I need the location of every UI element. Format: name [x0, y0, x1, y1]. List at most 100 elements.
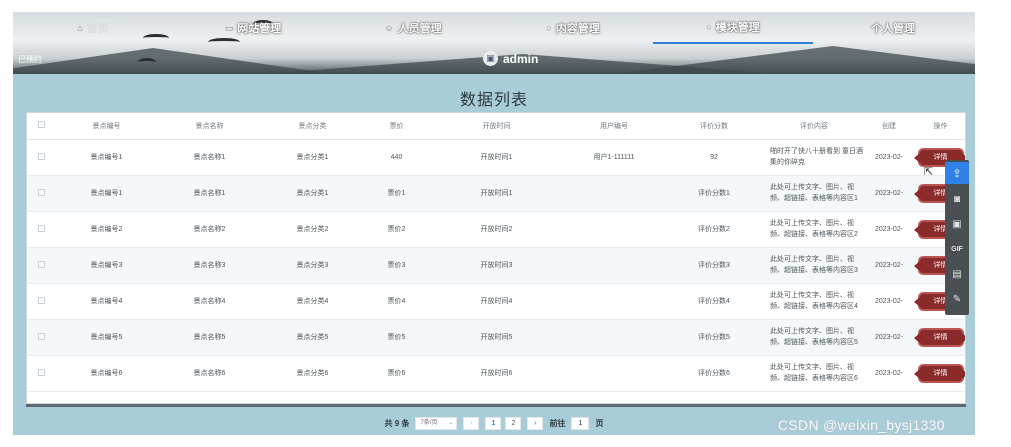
chevron-left-icon: ‹ — [470, 420, 473, 427]
row-select-cell — [27, 319, 55, 356]
row-checkbox[interactable] — [37, 296, 45, 304]
circle-icon: ○ — [706, 22, 712, 32]
share-icon[interactable]: ⇪ — [945, 162, 969, 184]
detail-button[interactable]: 详情 — [913, 329, 965, 345]
table-cell: 票价5 — [364, 319, 429, 356]
next-page-button[interactable]: › — [527, 417, 544, 430]
table-cell: 景点名称4 — [158, 283, 261, 320]
username: admin — [503, 51, 539, 66]
table-cell: 景点编号1 — [55, 175, 158, 212]
table-cell: 此处可上传文字、图片、视频、超链接、表格等内容区1 — [764, 175, 864, 212]
row-checkbox[interactable] — [37, 188, 45, 196]
table-cell: 开放时间1 — [429, 139, 564, 176]
back-label[interactable]: 已预约 — [18, 54, 42, 65]
goto-page-input[interactable]: 1 — [571, 417, 590, 430]
data-table: 景点编号 景点名称 景点分类 票价 开放时间 用户编号 评价分数 评价内容 创建 操作 景点编号1… — [26, 112, 966, 404]
row-checkbox[interactable] — [37, 332, 45, 340]
table-cell: 景点名称1 — [158, 175, 261, 212]
table-cell — [564, 247, 664, 284]
nav-item-1[interactable]: ▭ 网站管理 — [173, 12, 333, 44]
chevron-down-icon: ⌄ — [448, 420, 454, 426]
gif-button[interactable]: GIF — [945, 237, 969, 262]
nav-item-2[interactable]: ☺ 人员管理 — [333, 12, 493, 44]
row-select-cell — [27, 355, 55, 392]
table-cell: 此处可上传文字、图片、视频、超链接、表格等内容区6 — [764, 355, 864, 392]
table-cell: 2023-02- — [864, 247, 914, 284]
action-cell: 详情 — [913, 355, 965, 392]
row-select-cell — [27, 247, 55, 284]
table-cell: 票价4 — [364, 283, 429, 320]
table-cell: 景点编号1 — [55, 139, 158, 176]
detail-button[interactable]: 详情 — [913, 365, 965, 381]
column-header: 景点编号 — [55, 113, 158, 140]
circle-icon: ○ — [546, 23, 552, 33]
horizontal-scrollbar[interactable] — [26, 404, 966, 407]
table-cell: 开放时间5 — [429, 319, 564, 356]
app-frame: ⌂ 首页 ▭ 网站管理 ☺ 人员管理 ○ 内容管理 ○ 模块管理 个人管理 已预约 ▣ admin … — [13, 12, 975, 435]
page-size-value: 7条/页 — [420, 420, 438, 426]
avatar-icon: ▣ — [483, 51, 498, 66]
row-select-cell — [27, 139, 55, 176]
table-cell: 此处可上传文字、图片、视频、超链接、表格等内容区2 — [764, 211, 864, 248]
user-badge[interactable]: ▣ admin — [483, 51, 538, 66]
nav-item-label: 网站管理 — [237, 23, 282, 35]
table-cell: 440 — [364, 139, 429, 176]
nav-item-5[interactable]: 个人管理 — [813, 12, 973, 44]
save-icon: ▤ — [952, 269, 962, 280]
page-size-select[interactable]: 7条/页 ⌄ — [415, 417, 458, 430]
table-cell: 景点分类5 — [261, 319, 364, 356]
row-checkbox[interactable] — [37, 224, 45, 232]
mouse-cursor-icon: ⇱ — [924, 166, 934, 178]
monitor-icon: ▭ — [224, 22, 234, 33]
chevron-right-icon: › — [534, 420, 537, 427]
table-cell: 景点名称6 — [158, 355, 261, 392]
table-cell: 此处可上传文字、图片、视频、超链接、表格等内容区4 — [764, 283, 864, 320]
table-cell: 景点分类3 — [261, 247, 364, 284]
nav-item-4[interactable]: ○ 模块管理 — [653, 12, 813, 44]
select-all-checkbox[interactable] — [37, 121, 45, 129]
image-button[interactable]: ▣ — [945, 212, 969, 237]
pen-icon: ✎ — [952, 294, 962, 305]
table-cell: 票价6 — [364, 355, 429, 392]
row-select-cell — [27, 211, 55, 248]
table-cell: 景点分类1 — [261, 139, 364, 176]
nav-item-3[interactable]: ○ 内容管理 — [493, 12, 653, 44]
action-cell: 详情 — [913, 319, 965, 356]
prev-page-button[interactable]: ‹ — [463, 417, 480, 430]
table-cell: 景点分类2 — [261, 211, 364, 248]
select-all-cell — [27, 113, 55, 140]
table-cell: 2023-02- — [864, 175, 914, 212]
nav-item-0[interactable]: ⌂ 首页 — [13, 12, 173, 44]
row-select-cell — [27, 175, 55, 212]
row-checkbox[interactable] — [37, 152, 45, 160]
table-cell: 景点分类4 — [261, 283, 364, 320]
table-cell: 票价1 — [364, 175, 429, 212]
table-cell — [564, 355, 664, 392]
table-row: 景点编号4 景点名称4 景点分类4 票价4 开放时间4 评价分数4 此处可上传文字、图片、视… — [27, 283, 965, 320]
home-icon: ⌂ — [77, 23, 83, 33]
camera-button[interactable]: ◙ — [945, 187, 969, 212]
person-icon: ☺ — [384, 23, 394, 33]
page-title: 数据列表 — [459, 92, 528, 109]
table-cell: 景点编号3 — [55, 247, 158, 284]
table-cell: 票价3 — [364, 247, 429, 284]
page-number-button[interactable]: 1 — [485, 417, 502, 430]
header-banner: ⌂ 首页 ▭ 网站管理 ☺ 人员管理 ○ 内容管理 ○ 模块管理 个人管理 已预约 ▣ admin — [13, 12, 975, 74]
column-header: 票价 — [364, 113, 429, 140]
image-icon: ▣ — [952, 219, 962, 230]
row-checkbox[interactable] — [37, 368, 45, 376]
column-header: 评价内容 — [764, 113, 864, 140]
nav-item-label: 人员管理 — [397, 23, 442, 35]
table-cell: 景点编号6 — [55, 355, 158, 392]
column-header: 景点分类 — [261, 113, 364, 140]
table-cell: 景点名称2 — [158, 211, 261, 248]
page-number-button[interactable]: 2 — [505, 417, 522, 430]
table-cell: 开放时间4 — [429, 283, 564, 320]
table-cell: 啪时开了快八十册看到 童日酒集的你碎克 — [764, 139, 864, 176]
save-button[interactable]: ▤ — [945, 262, 969, 287]
page-unit-label: 页 — [595, 419, 604, 428]
table-cell — [564, 175, 664, 212]
pen-button[interactable]: ✎ — [945, 287, 969, 312]
table-cell: 景点编号5 — [55, 319, 158, 356]
row-checkbox[interactable] — [37, 260, 45, 268]
